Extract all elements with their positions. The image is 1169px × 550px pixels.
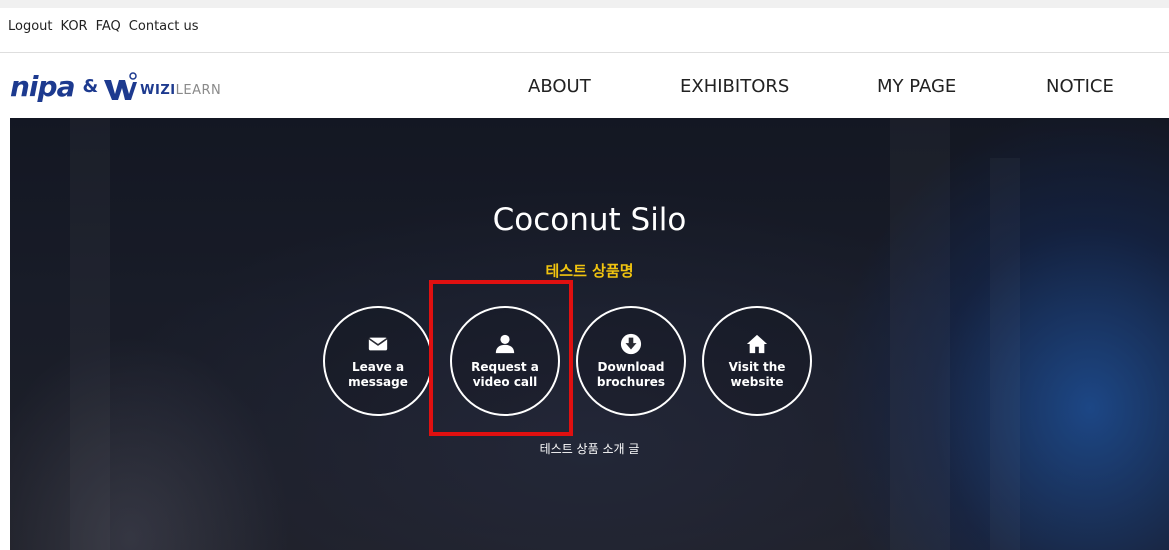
product-name: 테스트 상품명	[545, 262, 634, 280]
leave-message-button[interactable]: Leave a message	[323, 306, 433, 416]
logo-wizi: WIZI	[140, 83, 176, 98]
home-icon	[746, 334, 768, 353]
download-brochures-label: Download brochures	[596, 359, 666, 389]
nav-notice[interactable]: NOTICE	[1046, 76, 1114, 97]
download-circle-icon	[620, 333, 642, 354]
wizilearn-logo-icon	[104, 72, 138, 100]
nav-my-page[interactable]: MY PAGE	[877, 76, 956, 97]
language-link[interactable]: KOR	[61, 19, 88, 34]
leave-message-label: Leave a message	[348, 359, 408, 389]
faq-link[interactable]: FAQ	[96, 19, 121, 34]
utility-bar: Logout KOR FAQ Contact us	[0, 8, 1169, 53]
exhibitor-title: Coconut Silo	[492, 202, 687, 238]
envelope-icon	[368, 337, 388, 350]
download-brochures-button[interactable]: Download brochures	[576, 306, 686, 416]
contact-link[interactable]: Contact us	[129, 19, 199, 34]
nav-about[interactable]: ABOUT	[528, 76, 591, 97]
product-description: 테스트 상품 소개 글	[539, 442, 640, 456]
utility-links: Logout KOR FAQ Contact us	[8, 19, 199, 34]
logo-nipa: nipa	[10, 69, 75, 103]
top-gap	[0, 0, 1169, 8]
logo[interactable]: nipa & WIZI LEARN	[10, 66, 221, 106]
header: nipa & WIZI LEARN ABOUT EXHIBITORS MY PA…	[0, 54, 1169, 118]
nav-exhibitors[interactable]: EXHIBITORS	[680, 76, 789, 97]
highlight-box	[429, 280, 573, 436]
logout-link[interactable]: Logout	[8, 19, 53, 34]
hero-section: Coconut Silo 테스트 상품명 Leave a message Requ…	[10, 118, 1169, 550]
visit-website-button[interactable]: Visit the website	[702, 306, 812, 416]
visit-website-label: Visit the website	[728, 359, 786, 389]
logo-ampersand: &	[82, 75, 99, 97]
logo-learn: LEARN	[175, 83, 222, 98]
page: Logout KOR FAQ Contact us nipa & WIZI LE…	[0, 0, 1169, 550]
